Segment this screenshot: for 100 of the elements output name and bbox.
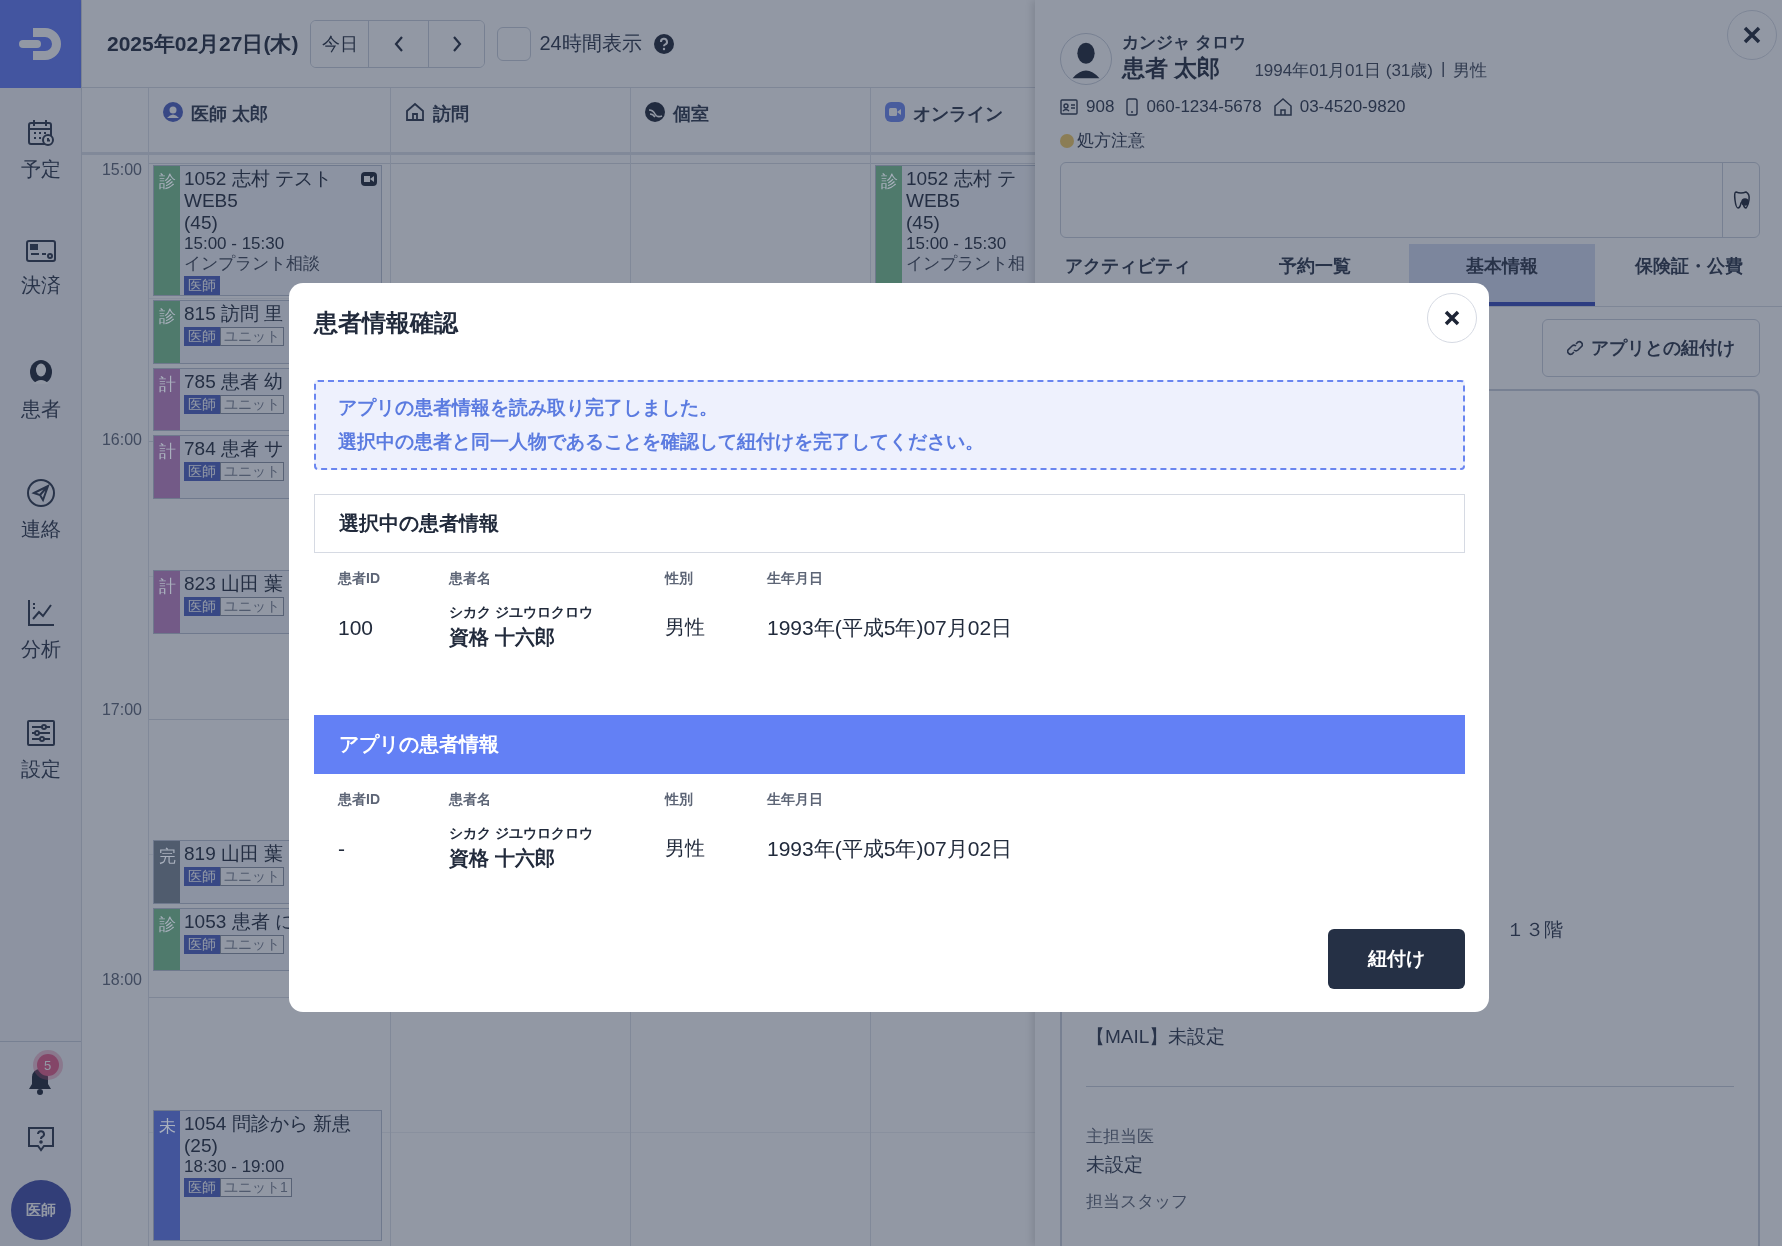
alert-label: 処方注意 bbox=[1077, 130, 1145, 152]
patient-name: 資格 十六郎 bbox=[449, 625, 556, 650]
field-label: 患者ID bbox=[338, 569, 381, 588]
mail-text: 【MAIL】未設定 bbox=[1086, 1025, 1227, 1049]
house-icon bbox=[1273, 98, 1292, 116]
patient-name: 資格 十六郎 bbox=[449, 846, 556, 871]
app-logo[interactable] bbox=[0, 0, 81, 88]
appointment-detail: (25) bbox=[184, 1135, 218, 1157]
user-avatar[interactable]: 医師 bbox=[10, 1180, 71, 1240]
status-label: 計 bbox=[158, 442, 176, 461]
address-text: １３階 bbox=[1506, 918, 1564, 942]
tag: 医師 bbox=[184, 597, 220, 616]
appointment-title: 823 山田 葉 bbox=[184, 573, 284, 595]
status-label: 診 bbox=[880, 172, 898, 191]
nav-item[interactable]: 分析 bbox=[20, 598, 61, 680]
nav-item[interactable]: 決済 bbox=[20, 238, 61, 320]
appointment-title: 1052 志村 テスト bbox=[184, 168, 332, 190]
status-label: 未 bbox=[158, 1117, 176, 1136]
phone-icon bbox=[1126, 98, 1139, 116]
tag: 医師 bbox=[184, 394, 220, 414]
card-icon bbox=[24, 238, 57, 264]
chart-icon bbox=[25, 598, 56, 628]
appointment-note: インプラント相談 bbox=[184, 253, 320, 274]
nav-item[interactable]: 予定 bbox=[20, 118, 61, 200]
tag: 医師 bbox=[184, 276, 220, 295]
checkbox-label: 24時間表示 bbox=[539, 31, 642, 56]
appointment-title: 785 患者 幼 bbox=[184, 370, 284, 393]
field-label: 生年月日 bbox=[767, 569, 824, 588]
link-button[interactable]: 紐付け bbox=[1328, 929, 1465, 989]
appointment-title: 815 訪問 里 bbox=[184, 303, 284, 325]
tag: 医師 bbox=[184, 867, 220, 886]
appointment-card[interactable]: 未 1054 問診から 新患 (25) 18:30 - 19:00 医師 ユニット1 bbox=[153, 1110, 382, 1241]
appointment-time: 18:30 - 19:00 bbox=[184, 1157, 285, 1176]
settings-icon bbox=[25, 718, 56, 748]
field-label: 担当スタッフ bbox=[1086, 1191, 1189, 1213]
status-label: 完 bbox=[158, 847, 176, 866]
tag: 医師 bbox=[184, 934, 220, 954]
field-label: 患者名 bbox=[449, 569, 492, 588]
patient-number: 908 bbox=[1086, 97, 1115, 117]
appointment-title: 784 患者 サ bbox=[184, 438, 284, 460]
appointment-detail: (45) bbox=[184, 212, 218, 234]
appointment-title: 1052 志村 テ bbox=[906, 168, 1016, 190]
notification-badge: 5 bbox=[36, 1054, 59, 1076]
time-label: 18:00 bbox=[101, 971, 142, 989]
tag: ユニット bbox=[220, 327, 284, 346]
birth-date: 1993年(平成5年)07月02日 bbox=[767, 835, 1014, 862]
field-label: 患者ID bbox=[338, 790, 381, 809]
tag: ユニット1 bbox=[220, 1178, 292, 1197]
column-header: 個室 bbox=[673, 103, 709, 126]
send-icon bbox=[25, 478, 56, 508]
time-label: 15:00 bbox=[101, 161, 142, 179]
appointment-detail: WEB5 bbox=[184, 190, 238, 212]
column-header: オンライン bbox=[913, 103, 1003, 126]
appointment-time: 15:00 - 15:30 bbox=[184, 234, 285, 253]
section-title: 選択中の患者情報 bbox=[339, 511, 499, 536]
status-label: 計 bbox=[158, 374, 176, 394]
field-label: 性別 bbox=[665, 790, 694, 809]
calendar-icon bbox=[25, 118, 56, 148]
tag: ユニット bbox=[220, 867, 284, 886]
appointment-detail: WEB5 bbox=[906, 190, 960, 212]
status-label: 診 bbox=[158, 914, 176, 934]
separator: | bbox=[1441, 59, 1446, 80]
field-label: 生年月日 bbox=[767, 790, 824, 809]
sex-value: 男性 bbox=[665, 836, 706, 861]
tag: 医師 bbox=[184, 327, 220, 346]
tag: 医師 bbox=[184, 462, 220, 481]
tag: 医師 bbox=[184, 1178, 220, 1197]
close-button[interactable] bbox=[1427, 293, 1477, 343]
date-label: 2025年02月27日(木) bbox=[107, 30, 299, 57]
time-label: 16:00 bbox=[101, 431, 142, 449]
person-icon bbox=[163, 102, 183, 122]
link-app-button[interactable]: アプリとの紐付け bbox=[1542, 319, 1760, 377]
status-label: 診 bbox=[158, 307, 176, 326]
nav-item[interactable]: 設定 bbox=[20, 718, 61, 800]
tooth-icon[interactable] bbox=[1731, 190, 1751, 210]
patient-kana: シカク ジユウロクロウ bbox=[449, 604, 594, 622]
close-icon bbox=[1444, 310, 1460, 326]
house-icon bbox=[405, 102, 425, 122]
time-label: 17:00 bbox=[101, 701, 142, 719]
field-value: 未設定 bbox=[1086, 1153, 1144, 1177]
tag: ユニット bbox=[220, 934, 284, 954]
nav-item[interactable]: 患者 bbox=[20, 358, 61, 440]
tag: ユニット bbox=[220, 462, 284, 481]
checkbox[interactable] bbox=[497, 26, 532, 61]
appointment-card[interactable]: 診 1052 志村 テスト WEB5 (45) 15:00 - 15:30 インプラント相談 医師 bbox=[153, 165, 382, 296]
appointment-note: インプラント相 bbox=[906, 253, 1025, 274]
sex-value: 男性 bbox=[665, 615, 706, 640]
section-title: アプリの患者情報 bbox=[339, 732, 499, 757]
help-icon[interactable] bbox=[25, 1124, 56, 1154]
status-label: 計 bbox=[158, 577, 176, 596]
appointment-time: 15:00 - 15:30 bbox=[906, 234, 1007, 253]
help-icon[interactable] bbox=[653, 33, 674, 54]
tag: ユニット bbox=[220, 394, 284, 414]
nav-item[interactable]: 連絡 bbox=[20, 478, 61, 560]
memo-field[interactable] bbox=[1060, 162, 1760, 238]
birth-date: 1993年(平成5年)07月02日 bbox=[767, 614, 1014, 641]
appointment-title: 819 山田 葉 bbox=[184, 843, 284, 865]
patient-kana: シカク ジユウロクロウ bbox=[449, 825, 594, 843]
video-icon bbox=[885, 102, 905, 122]
status-label: 診 bbox=[158, 172, 176, 191]
